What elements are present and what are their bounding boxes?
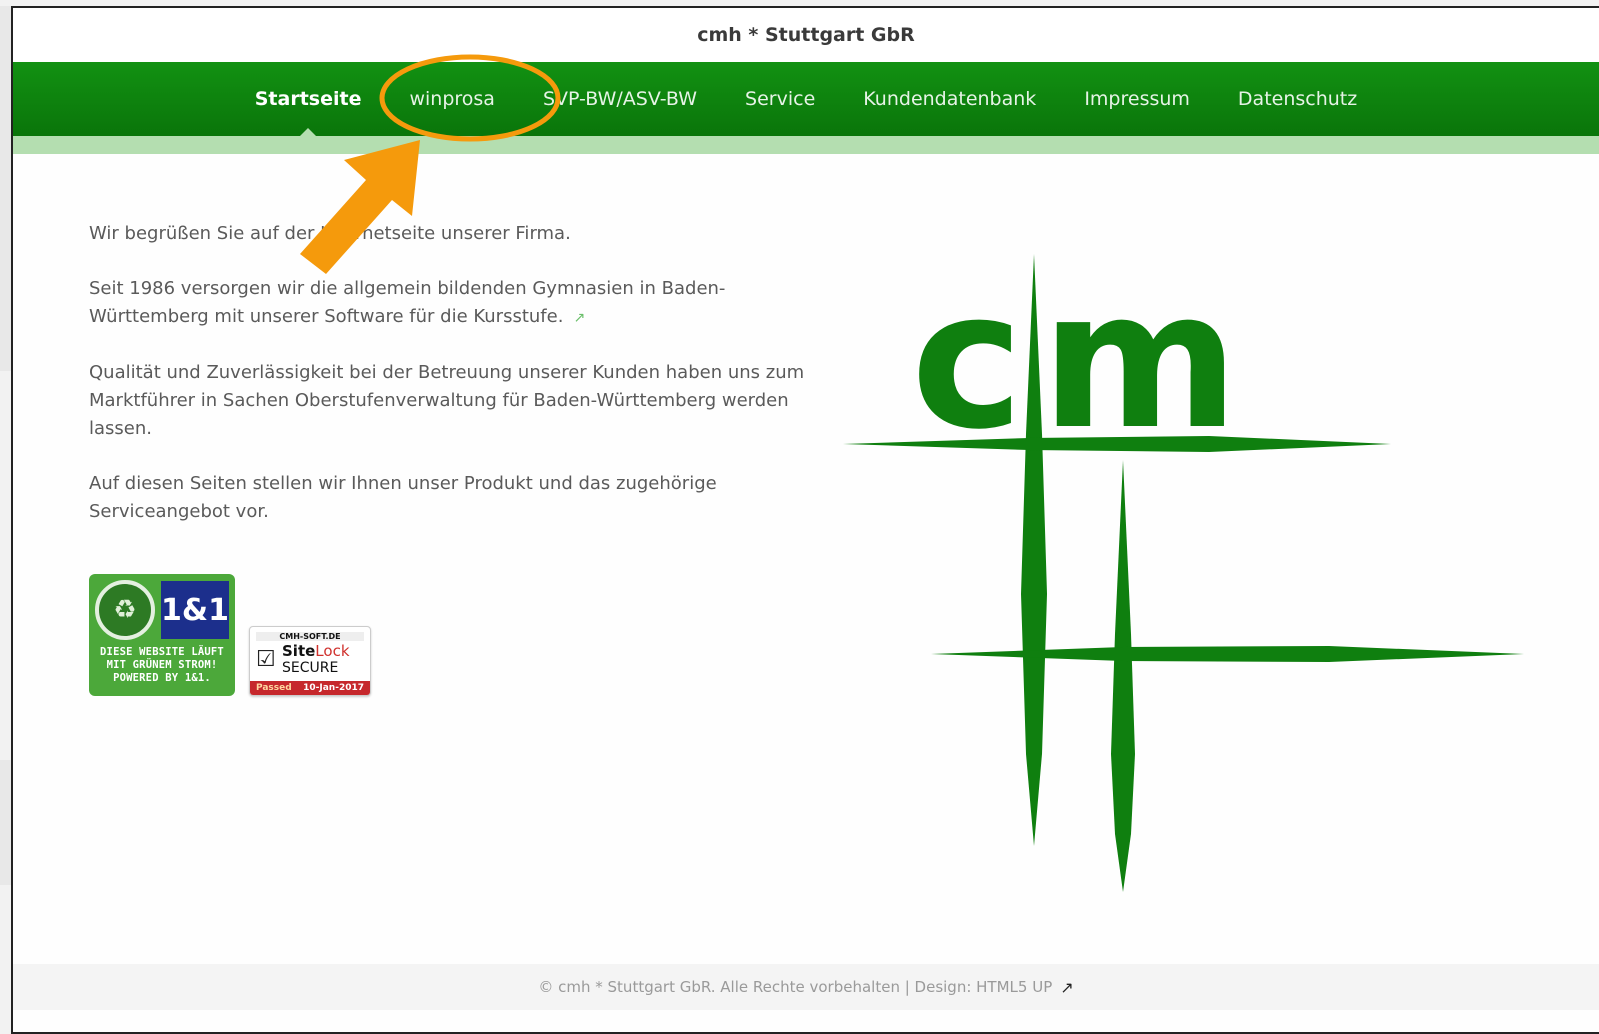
footer-text: © cmh * Stuttgart GbR. Alle Rechte vorbe…: [538, 978, 1053, 996]
external-link-icon[interactable]: ↗: [1060, 978, 1073, 997]
tree-icon: ♻: [95, 580, 155, 640]
logo-vertical-line-2: [1111, 460, 1135, 892]
sitelock-badge[interactable]: CMH-SOFT.DE ☑ SiteLock SECURE Passed 10-…: [249, 626, 371, 696]
nav-stripe: [13, 136, 1599, 154]
intro-paragraph-4: Auf diesen Seiten stellen wir Ihnen unse…: [89, 473, 717, 522]
nav-item-impressum[interactable]: Impressum: [1060, 62, 1214, 136]
green-energy-badge[interactable]: ♻ 1&1 DIESE WEBSITE LÄUFT MIT GRÜNEM STR…: [89, 574, 235, 696]
logo-letter-c: c: [911, 250, 1024, 471]
badges: ♻ 1&1 DIESE WEBSITE LÄUFT MIT GRÜNEM STR…: [89, 574, 371, 696]
cmh-logo: c m: [843, 250, 1524, 892]
sitelock-domain: CMH-SOFT.DE: [256, 632, 364, 641]
intro-paragraph-1: Wir begrüßen Sie auf der Internetseite u…: [89, 223, 571, 244]
page: cmh * Stuttgart GbR Startseite winprosa …: [11, 6, 1599, 1034]
main-content: Wir begrüßen Sie auf der Internetseite u…: [13, 154, 1599, 962]
sitelock-secure: SECURE: [282, 660, 339, 676]
nav-item-startseite[interactable]: Startseite: [231, 62, 386, 136]
nav-item-winprosa[interactable]: winprosa: [385, 62, 518, 136]
left-gutter: [0, 6, 11, 371]
sitelock-lock: Lock: [315, 642, 350, 660]
footer: © cmh * Stuttgart GbR. Alle Rechte vorbe…: [13, 964, 1599, 1010]
nav-item-datenschutz[interactable]: Datenschutz: [1214, 62, 1381, 136]
intro-paragraph-2: Seit 1986 versorgen wir die allgemein bi…: [89, 275, 819, 332]
logo-horizontal-line-2: [931, 646, 1524, 662]
nav-item-svp-asv[interactable]: SVP-BW/ASV-BW: [519, 62, 721, 136]
sitelock-passed: Passed: [256, 683, 292, 693]
lock-icon: ☑: [256, 646, 276, 672]
main-nav: Startseite winprosa SVP-BW/ASV-BW Servic…: [13, 62, 1599, 136]
intro-paragraph-2-text: Seit 1986 versorgen wir die allgemein bi…: [89, 278, 726, 327]
site-title[interactable]: cmh * Stuttgart GbR: [13, 8, 1599, 62]
badge-text: DIESE WEBSITE LÄUFT MIT GRÜNEM STROM! PO…: [100, 646, 224, 684]
intro-paragraph-3: Qualität und Zuverlässigkeit bei der Bet…: [89, 362, 805, 439]
nav-item-service[interactable]: Service: [721, 62, 839, 136]
badge-brand: 1&1: [161, 581, 229, 639]
sitelock-date: 10-Jan-2017: [303, 683, 364, 693]
external-link-icon[interactable]: ↗: [573, 310, 585, 326]
sitelock-site: Site: [282, 642, 316, 660]
intro-text: Wir begrüßen Sie auf der Internetseite u…: [89, 220, 819, 553]
nav-item-kundendatenbank[interactable]: Kundendatenbank: [839, 62, 1060, 136]
left-gutter: [0, 760, 11, 885]
